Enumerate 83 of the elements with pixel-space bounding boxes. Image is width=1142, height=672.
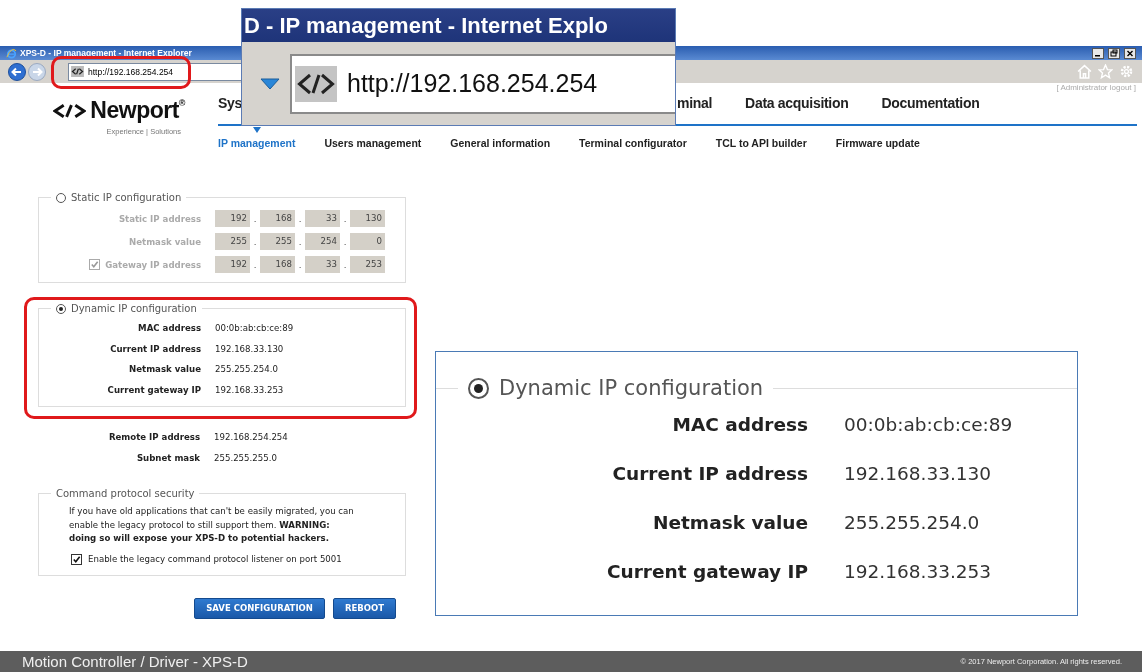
field-label: Netmask value [653,512,808,533]
octet-field[interactable]: 33 [305,210,340,227]
field-value: 192.168.33.253 [215,384,284,395]
checkbox[interactable] [89,259,101,270]
field-label: Gateway IP address [105,259,201,270]
octet-field[interactable]: 255 [260,233,295,250]
sub-nav-tab[interactable]: General information [450,126,551,149]
field-value: 00:0b:ab:cb:ce:89 [215,323,294,334]
legend-title: Dynamic IP configuration [499,376,764,400]
separator-dot: . [342,259,348,270]
separator-dot: . [252,213,258,224]
back-icon[interactable] [8,62,26,81]
field-value: 192.168.33.130 [844,463,992,484]
field-label: Current gateway IP [107,384,201,395]
field-label: Remote IP address [108,432,200,443]
field-label: Current IP address [612,463,808,484]
separator-dot: . [342,236,348,247]
checkbox-label: Enable the legacy command protocol listener on port 5001 [88,554,342,564]
field-label: Static IP address [118,213,201,224]
sub-nav-tab[interactable]: Users management [324,126,422,149]
field-label: MAC address [672,414,808,435]
separator-dot: . [342,213,348,224]
window-title: D - IP management - Internet Explo [244,12,608,39]
main-nav-item[interactable]: Documentation [881,95,980,112]
separator-dot: . [297,259,303,270]
separator-dot: . [297,236,303,247]
field-value: 192.168.254.254 [214,432,288,443]
main-nav-item[interactable]: Data acquisition [745,95,849,112]
octet-field[interactable]: 33 [305,256,340,273]
field-value: 192.168.33.130 [215,343,284,354]
restore-icon[interactable] [1108,47,1120,59]
site-logo-icon [295,65,337,102]
octet-field[interactable]: 168 [260,210,295,227]
close-icon[interactable] [1124,47,1136,59]
octet-field[interactable]: 192 [215,256,250,273]
field-label: Netmask value [129,236,201,247]
separator-dot: . [252,236,258,247]
save-button[interactable]: SAVE CONFIGURATION [194,597,325,619]
octet-field[interactable]: 130 [350,210,385,227]
field-value: 255.255.254.0 [844,512,980,533]
main-nav-item[interactable]: Sys [218,95,242,112]
field-label: Netmask value [129,364,201,375]
window-title: XPS-D - IP management - Internet Explorer [20,48,192,58]
separator-dot: . [297,213,303,224]
star-icon[interactable] [1098,64,1113,79]
octet-field[interactable]: 253 [350,256,385,273]
field-value: 255.255.255.0 [214,452,277,463]
field-label: MAC address [138,323,201,334]
octet-field[interactable]: 255 [215,233,250,250]
legend-title: Dynamic IP configuration [71,303,197,314]
octet-field[interactable]: 168 [260,256,295,273]
main-nav-item[interactable]: minal [677,95,713,112]
separator-dot: . [252,259,258,270]
octet-field[interactable]: 254 [305,233,340,250]
url-text: http://192.168.254.254 [88,66,174,77]
logo-icon [53,102,87,119]
field-value: 255.255.254.0 [215,364,278,375]
octet-field[interactable]: 0 [350,233,385,250]
octet-field[interactable]: 192 [215,210,250,227]
minimize-icon[interactable] [1092,47,1104,59]
sub-nav-tab[interactable]: TCL to API builder [715,126,807,149]
radio-button[interactable] [56,192,66,203]
field-value: 192.168.33.253 [844,561,992,582]
address-field[interactable]: http://192.168.254.254 [290,53,675,114]
field-label: Current IP address [110,343,201,354]
field-value: 00:0b:ab:cb:ce:89 [844,414,1013,435]
legend-title: Command protocol security [56,488,195,499]
sub-nav-tab[interactable]: Terminal configurator [579,126,687,149]
field-label: Current gateway IP [606,561,808,582]
site-logo-icon [71,66,84,77]
field-label: Subnet mask [136,452,200,463]
browser-logo-icon [6,47,17,59]
legend-title: Static IP configuration [71,192,182,203]
radio-button[interactable] [56,303,66,314]
radio-button[interactable] [468,377,489,399]
reboot-button[interactable]: REBOOT [332,597,396,619]
logo-text: Newport$^{®}$ [90,97,185,124]
footer-title: Motion Controller / Driver - XPS-D [22,653,248,670]
dropdown-icon[interactable] [260,77,280,90]
checkbox[interactable] [71,553,82,565]
warning-paragraph: If you have old applications that can't be easily migrated, you can enable the legacy protocol to still support them. WARNING: doing so will expose your XPS-D to potential hackers. [69,505,355,545]
url-text: http://192.168.254.254 [347,69,598,98]
sub-nav-tab[interactable]: Firmware update [835,126,920,149]
